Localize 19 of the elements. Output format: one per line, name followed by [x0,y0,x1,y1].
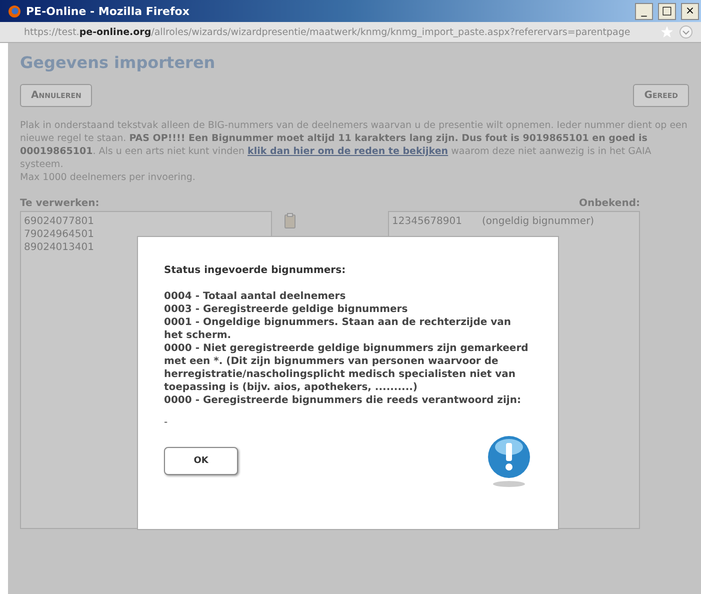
field-label: Te verwerken: [20,198,100,209]
page-heading: Gegevens importeren [20,53,216,72]
number-text: 12345678901 [392,215,462,228]
number-text: 79024964501 [24,228,95,241]
status-text: 0004 - Totaal aantal deelnemers [164,290,347,303]
limit-text: Max 1000 deelnemers per invoering. [20,171,196,184]
dash-text: - [164,417,168,428]
dialog-title: Status ingevoerde bignummers: [164,265,347,276]
status-text: 0001 - Ongeldige bignummers. Staan aan de rechterzijde van het scherm. [164,316,512,342]
url-text: https://test.pe-online.org/allroles/wizards/wizardpresentie/maatwerk/knmg/knmg_import_paste.aspx?referervars=parentpage [24,26,632,38]
field-label: Onbekend: [578,198,640,209]
status-text: 0003 - Geregistreerde geldige bignummers [164,303,409,316]
number-text: 89024013401 [24,241,95,254]
reason-text: (ongeldig bignummer) [482,215,594,228]
number-text: 69024077801 [24,215,95,228]
window-title: PE-Online - Mozilla Firefox [26,4,190,18]
status-text: 0000 - Niet geregistreerde geldige bignummers zijn gemarkeerd met een *. (Dit zijn bignummers van personen waarvoor de herregistratie/nascholingsplicht medisch specialisten niet van toepassing is (bijv. aios, apothekers, ..........) [164,342,530,394]
status-text: 0000 - Geregistreerde bignummers die reeds verantwoord zijn: [164,394,522,407]
instructions-text: Plak in onderstaand tekstvak alleen de BIG-nummers van de deelnemers waarvan u de presentie wilt opnemen. Ieder nummer dient op een nieuwe regel te staan. PAS OP!!!! Een Bignummer moet altijd 11 karakters lang zijn. Dus fout is 9019865101 en goed is 00019865101. Als u een arts niet kunt vinden klik dan hier om de reden te bekijken waarom deze niet aanwezig is in het GAIA systeem. [20,119,688,171]
